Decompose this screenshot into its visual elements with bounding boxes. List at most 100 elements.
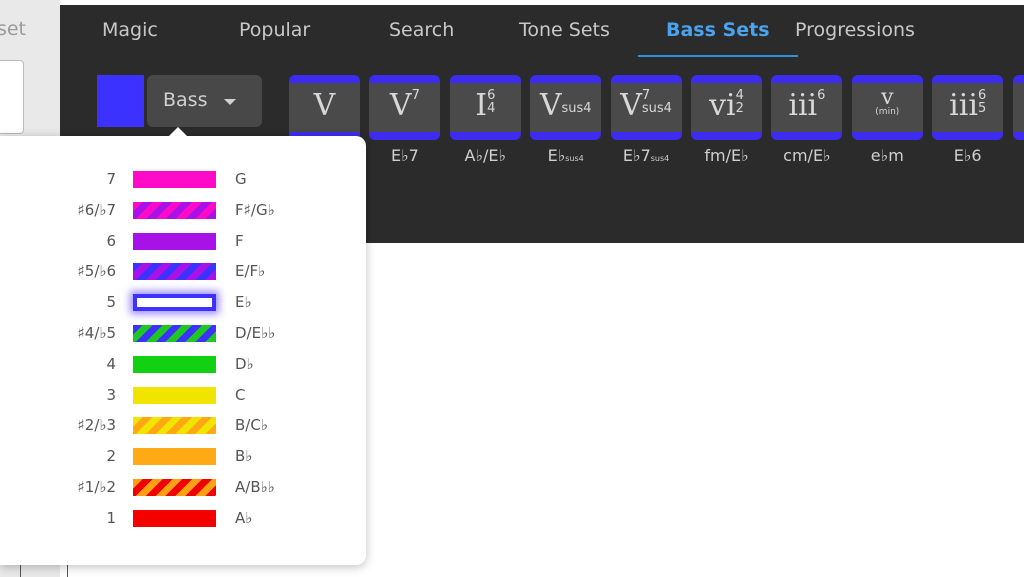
note-name: D♭	[235, 354, 254, 373]
tab-popular[interactable]: Popular	[239, 19, 310, 41]
divider	[0, 565, 68, 577]
legend-row: ♯2/♭3 B/C♭	[0, 414, 366, 438]
chord-name-suffix: sus4	[565, 154, 584, 163]
scale-degree: ♯4/♭5	[77, 324, 116, 342]
scale-degree: 5	[106, 293, 116, 312]
color-swatch[interactable]	[133, 294, 216, 312]
tab-progressions[interactable]: Progressions	[795, 19, 915, 41]
chord-name: A♭/E♭	[450, 146, 521, 165]
note-name: G	[235, 170, 247, 188]
chord-numeral: V	[313, 88, 336, 123]
preset-box[interactable]	[0, 60, 24, 134]
scale-degree: 7	[106, 170, 116, 188]
color-swatch[interactable]	[133, 232, 216, 250]
chord-subscript: 4	[487, 101, 496, 116]
chord-subscript: 2	[735, 101, 744, 116]
chord-numeral: I	[475, 88, 488, 123]
chord-name-main: E♭	[547, 146, 566, 165]
color-swatch[interactable]	[133, 171, 216, 188]
bass-color-legend-popup: 7 G ♯6/♭7 F♯/G♭ 6 F ♯5/♭6 E/F♭ 5 E♭ ♯4/♭5 D/E♭♭ 4 D♭ 3…	[0, 127, 366, 565]
scale-degree: ♯5/♭6	[77, 262, 116, 281]
legend-row: ♯4/♭5 D/E♭♭	[0, 322, 366, 346]
tab-bass-sets[interactable]: Bass Sets	[638, 19, 797, 57]
divider	[20, 565, 21, 577]
note-name: F♯/G♭	[235, 200, 275, 219]
note-name: D/E♭♭	[235, 324, 276, 342]
chord-name-main: E♭6	[953, 146, 982, 165]
color-swatch[interactable]	[133, 479, 216, 496]
scale-degree: 4	[106, 354, 116, 373]
chord-numeral: V	[389, 88, 412, 123]
legend-row: 7G	[0, 168, 366, 192]
chord-card[interactable]: iii 6 5	[932, 75, 1004, 140]
chord-superscript: 6	[817, 88, 826, 103]
chord-name: E♭sus4	[530, 146, 601, 165]
legend-row: ♯5/♭6 E/F♭	[0, 260, 366, 284]
preset-label: set	[0, 18, 26, 40]
scale-degree: ♯1/♭2	[77, 478, 116, 496]
chord-name-main: fm/E♭	[704, 146, 749, 165]
chord-card[interactable]: V sus4	[530, 75, 602, 140]
scale-degree: ♯2/♭3	[77, 416, 116, 435]
scale-degree: 6	[106, 231, 116, 250]
legend-row: 6F	[0, 230, 366, 254]
chord-card[interactable]: v (min)	[851, 75, 923, 140]
color-swatch[interactable]	[133, 448, 216, 466]
scale-degree: ♯6/♭7	[77, 200, 116, 219]
chord-card[interactable]: V7	[369, 75, 441, 140]
popup-arrow	[168, 127, 188, 137]
chord-numeral: V	[620, 88, 642, 123]
chord-card[interactable]: vi 4 2	[691, 75, 762, 140]
note-name: E/F♭	[235, 262, 266, 281]
chord-name-main: e♭m	[870, 146, 904, 165]
chord-card[interactable]	[1012, 75, 1024, 140]
color-swatch[interactable]	[133, 386, 216, 404]
tab-tone-sets[interactable]: Tone Sets	[519, 19, 610, 41]
chord-name: cm/E♭	[771, 146, 842, 165]
scale-degree: 1	[106, 508, 116, 527]
color-swatch[interactable]	[133, 263, 216, 281]
note-name: A♭	[235, 508, 253, 527]
chord-name: fm/E♭	[691, 146, 762, 165]
legend-row: 4 D♭	[0, 353, 366, 377]
bass-dropdown-value: Bass	[163, 89, 208, 111]
color-swatch[interactable]	[133, 325, 216, 342]
chord-card[interactable]: V	[289, 75, 360, 140]
chevron-down-icon	[224, 99, 236, 105]
chord-card[interactable]: V 7 sus4	[610, 75, 682, 140]
chord-name: E♭7	[369, 146, 440, 165]
chord-name: E♭6	[932, 146, 1003, 165]
note-name: C	[235, 385, 246, 404]
chord-card[interactable]: iii 6	[771, 75, 843, 140]
color-swatch[interactable]	[133, 201, 216, 219]
color-swatch[interactable]	[133, 355, 216, 373]
tab-search[interactable]: Search	[389, 19, 454, 41]
scale-degree: 3	[106, 385, 116, 404]
color-swatch[interactable]	[133, 417, 216, 435]
chord-numeral: vi	[709, 88, 736, 123]
legend-row: ♯1/♭2 A/B♭♭	[0, 476, 366, 500]
chord-card[interactable]: I64	[449, 75, 521, 140]
chord-name-main: E♭7	[390, 146, 419, 165]
tab-magic[interactable]: Magic	[102, 19, 158, 41]
chord-name: E♭7sus4	[611, 146, 682, 165]
chord-name-main: cm/E♭	[783, 146, 831, 165]
chord-subscript: sus4	[641, 101, 672, 116]
chord-numeral: iii	[788, 88, 818, 123]
legend-row: 2 B♭	[0, 445, 366, 469]
legend-row: 1 A♭	[0, 507, 366, 531]
chord-name: e♭m	[852, 146, 923, 165]
chord-name-main: E♭7	[622, 146, 651, 165]
tab-bar: Magic Popular Search Tone Sets Bass Sets Prog…	[60, 5, 1024, 57]
note-name: B♭	[235, 447, 253, 466]
bass-color-swatch[interactable]	[97, 75, 144, 127]
color-swatch[interactable]	[133, 509, 216, 527]
scale-degree: 2	[106, 447, 116, 466]
note-name: A/B♭♭	[235, 478, 275, 496]
chord-superscript: 7	[411, 88, 420, 103]
note-name: E♭	[235, 293, 252, 312]
legend-row: 3C	[0, 384, 366, 408]
chord-subscript: 5	[977, 101, 987, 116]
bass-dropdown[interactable]: Bass	[147, 75, 262, 127]
note-name: F	[235, 231, 244, 250]
